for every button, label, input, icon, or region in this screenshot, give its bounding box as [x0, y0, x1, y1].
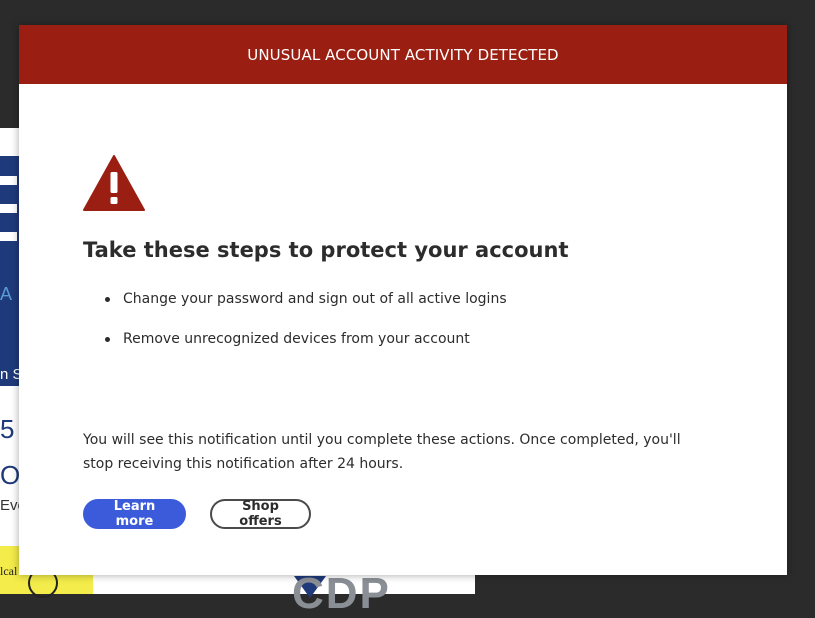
- learn-more-button[interactable]: Learn more: [83, 499, 186, 529]
- list-item: Remove unrecognized devices from your ac…: [83, 329, 507, 369]
- background-text-fragment: lcal: [0, 564, 18, 578]
- bullet-icon: [105, 297, 110, 302]
- background-text-fragment: Eve: [0, 497, 19, 514]
- banner-stripe: [0, 176, 17, 185]
- list-item: Change your password and sign out of all…: [83, 289, 507, 329]
- modal-title: UNUSUAL ACCOUNT ACTIVITY DETECTED: [247, 45, 559, 64]
- background-text-fragment: A: [0, 284, 13, 304]
- step-text: Remove unrecognized devices from your ac…: [123, 331, 470, 347]
- account-activity-modal: UNUSUAL ACCOUNT ACTIVITY DETECTED Take t…: [19, 25, 787, 575]
- modal-header: UNUSUAL ACCOUNT ACTIVITY DETECTED: [19, 25, 787, 84]
- background-text-fragment: 5: [0, 414, 15, 444]
- background-text-fragment: n S: [0, 366, 19, 383]
- background-banner: [0, 156, 19, 386]
- warning-triangle-icon: [83, 155, 145, 211]
- background-logo-text: CDP: [292, 569, 391, 618]
- banner-stripe: [0, 204, 17, 213]
- step-text: Change your password and sign out of all…: [123, 291, 507, 307]
- notice-text: You will see this notification until you…: [83, 432, 681, 472]
- steps-list: Change your password and sign out of all…: [83, 289, 507, 369]
- banner-stripe: [0, 232, 17, 241]
- modal-heading: Take these steps to protect your account: [83, 238, 569, 262]
- shop-offers-button[interactable]: Shop offers: [210, 499, 311, 529]
- modal-actions: Learn more Shop offers: [83, 499, 311, 529]
- background-text-fragment: O: [0, 460, 19, 490]
- bullet-icon: [105, 337, 110, 342]
